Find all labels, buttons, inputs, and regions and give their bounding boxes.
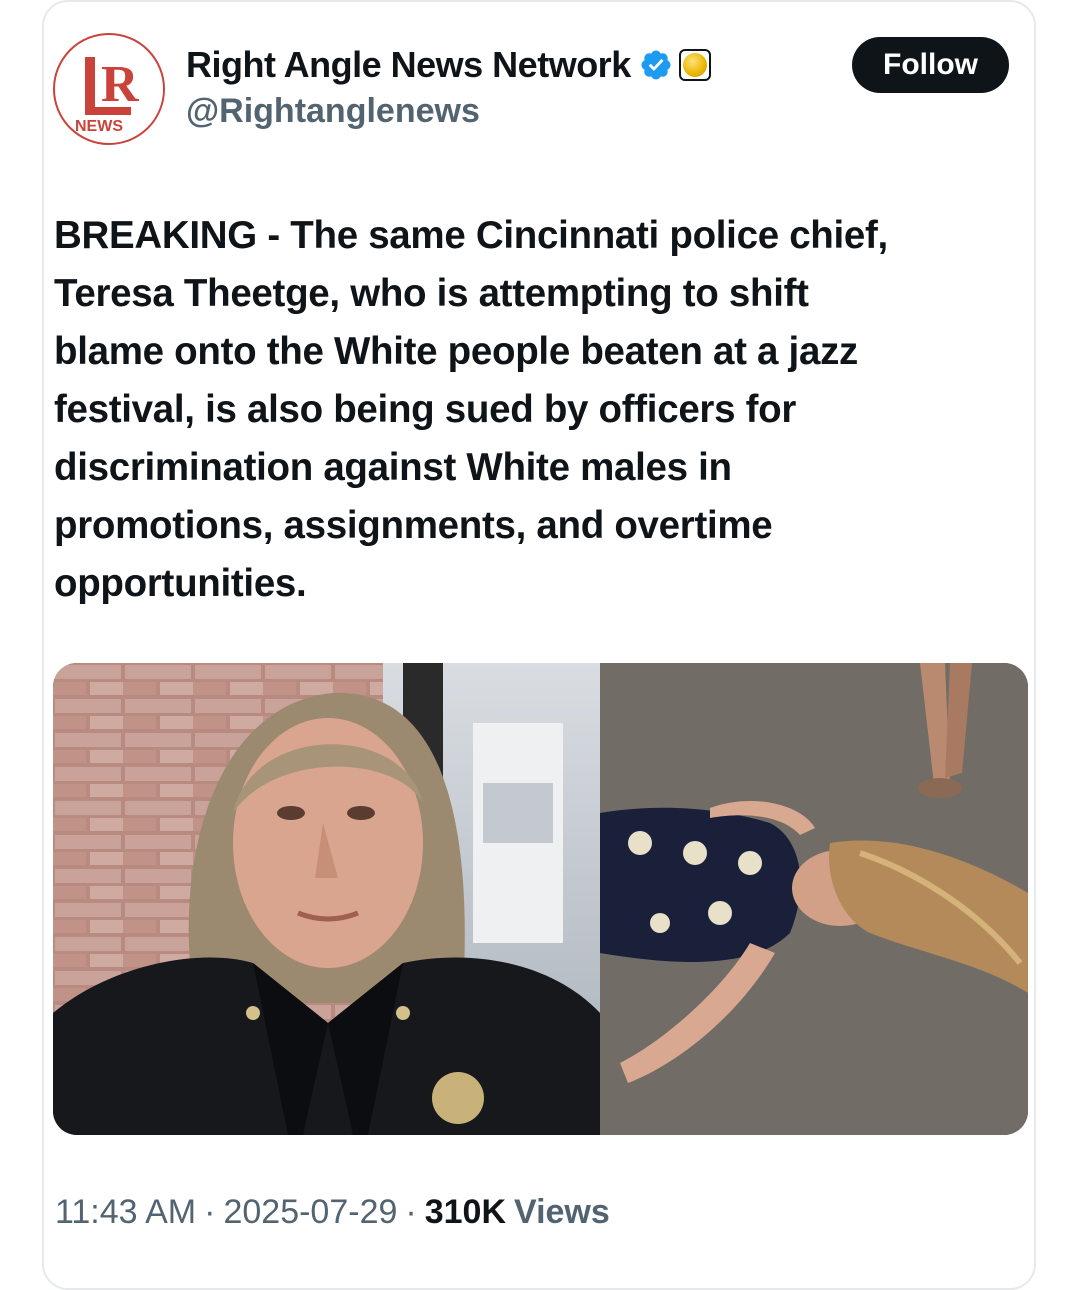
account-name[interactable]: Right Angle News Network (186, 44, 631, 86)
svg-text:R: R (101, 56, 140, 113)
tweet-meta: 11:43 AM · 2025-07-29 · 310K Views (55, 1193, 610, 1232)
tweet-time[interactable]: 11:43 AM (55, 1193, 196, 1232)
account-handle[interactable]: @Rightanglenews (186, 92, 480, 131)
tweet-line: Teresa Theetge, who is attempting to shi… (54, 272, 809, 315)
tweet-media[interactable] (53, 663, 1028, 1135)
account-name-row: Right Angle News Network (186, 40, 711, 90)
views-label: Views (514, 1193, 610, 1231)
media-photo-festival-victim[interactable] (600, 663, 1028, 1135)
media-photo-police-chief[interactable] (53, 663, 600, 1135)
festival-victim-photo (600, 663, 1028, 1135)
tweet-line: blame onto the White people beaten at a … (54, 330, 858, 373)
meta-separator: · (405, 1193, 417, 1231)
tweet-text: BREAKING - The same Cincinnati police ch… (54, 207, 1014, 613)
tweet-line: promotions, assignments, and overtime (54, 504, 773, 547)
tweet-date[interactable]: 2025-07-29 (223, 1193, 397, 1232)
tweet-line: BREAKING - The same Cincinnati police ch… (54, 214, 888, 257)
right-angle-news-logo: R NEWS (59, 39, 163, 143)
meta-separator: · (204, 1193, 216, 1231)
follow-button[interactable]: Follow (852, 37, 1009, 93)
tweet-line: opportunities. (54, 562, 307, 605)
avatar[interactable]: R NEWS (53, 33, 165, 145)
police-chief-photo (53, 663, 600, 1135)
tweet-line: festival, is also being sued by officers… (54, 388, 797, 431)
tweet-line: discrimination against White males in (54, 446, 732, 489)
affiliate-coin-icon[interactable] (678, 49, 711, 81)
views-count: 310K (424, 1193, 506, 1231)
verified-badge-icon (641, 50, 671, 80)
logo-news-text: NEWS (75, 118, 123, 135)
